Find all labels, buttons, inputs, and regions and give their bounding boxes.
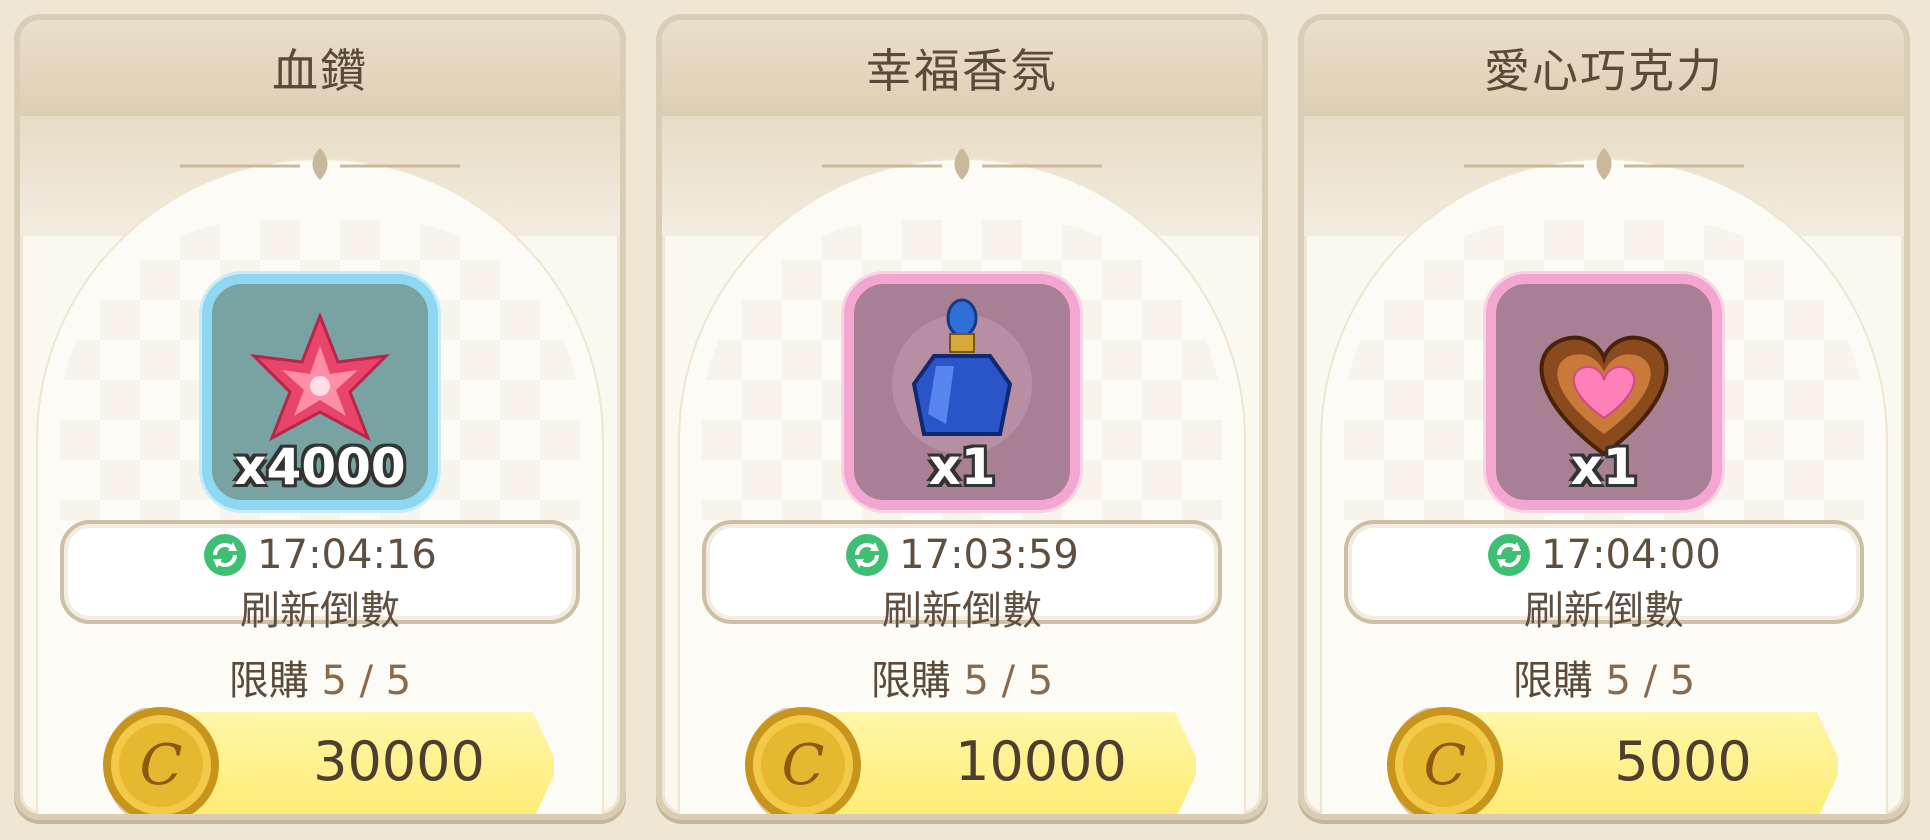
purchase-limit-count: 5 / 5 [321, 658, 412, 704]
coin-icon: C [103, 707, 219, 814]
price-amount: 10000 [955, 730, 1127, 793]
item-quantity: x1 [928, 438, 996, 496]
item-title: 血鑽 [272, 44, 368, 98]
refresh-countdown: 17:03:59 [899, 532, 1079, 578]
item-quantity: x1 [1570, 438, 1638, 496]
svg-text:C: C [1424, 733, 1467, 798]
refresh-countdown: 17:04:16 [257, 532, 437, 578]
shop-page: 血鑽 x4000 17:04:16 刷新倒數 限購 5 / 5 30000 C … [0, 0, 1930, 840]
refresh-icon [204, 534, 247, 576]
price-amount: 30000 [313, 730, 485, 793]
refresh-label: 刷新倒數 [240, 588, 400, 634]
refresh-label: 刷新倒數 [882, 588, 1042, 634]
price-amount: 5000 [1614, 730, 1752, 793]
ornament-divider [180, 148, 460, 180]
shop-item-card[interactable]: 血鑽 x4000 17:04:16 刷新倒數 限購 5 / 5 30000 C [14, 14, 626, 820]
refresh-timer-box: 17:04:00 刷新倒數 [1344, 520, 1864, 634]
item-icon-frame[interactable]: x1 [844, 274, 1080, 510]
purchase-limit: 限購 5 / 5 [1304, 648, 1904, 706]
svg-text:C: C [140, 733, 183, 798]
purchase-limit-label: 限購 [1512, 658, 1593, 704]
refresh-icon [846, 534, 889, 576]
purchase-limit-label: 限購 [228, 658, 309, 704]
refresh-timer-box: 17:03:59 刷新倒數 [702, 520, 1222, 634]
shop-item-card[interactable]: 愛心巧克力 x1 17:04:00 刷新倒數 限購 5 / 5 5000 C [1298, 14, 1910, 820]
ornament-divider [1464, 148, 1744, 180]
ornament-divider [822, 148, 1102, 180]
refresh-label: 刷新倒數 [1524, 588, 1684, 634]
coin-icon: C [1387, 707, 1503, 814]
svg-text:C: C [782, 733, 825, 798]
purchase-limit: 限購 5 / 5 [20, 648, 620, 706]
purchase-limit-count: 5 / 5 [1605, 658, 1696, 704]
item-title: 愛心巧克力 [1484, 44, 1724, 98]
item-title: 幸福香氛 [866, 44, 1058, 98]
refresh-timer-box: 17:04:16 刷新倒數 [60, 520, 580, 634]
item-icon-frame[interactable]: x1 [1486, 274, 1722, 510]
coin-icon: C [745, 707, 861, 814]
refresh-icon [1488, 534, 1531, 576]
shop-item-card[interactable]: 幸福香氛 x1 17:03:59 刷新倒數 限購 5 / 5 10000 C [656, 14, 1268, 820]
card-header: 愛心巧克力 [1304, 20, 1904, 120]
purchase-limit: 限購 5 / 5 [662, 648, 1262, 706]
item-icon-frame[interactable]: x4000 [202, 274, 438, 510]
item-quantity: x4000 [234, 438, 406, 496]
purchase-limit-count: 5 / 5 [963, 658, 1054, 704]
refresh-countdown: 17:04:00 [1541, 532, 1721, 578]
card-header: 幸福香氛 [662, 20, 1262, 120]
card-header: 血鑽 [20, 20, 620, 120]
purchase-limit-label: 限購 [870, 658, 951, 704]
